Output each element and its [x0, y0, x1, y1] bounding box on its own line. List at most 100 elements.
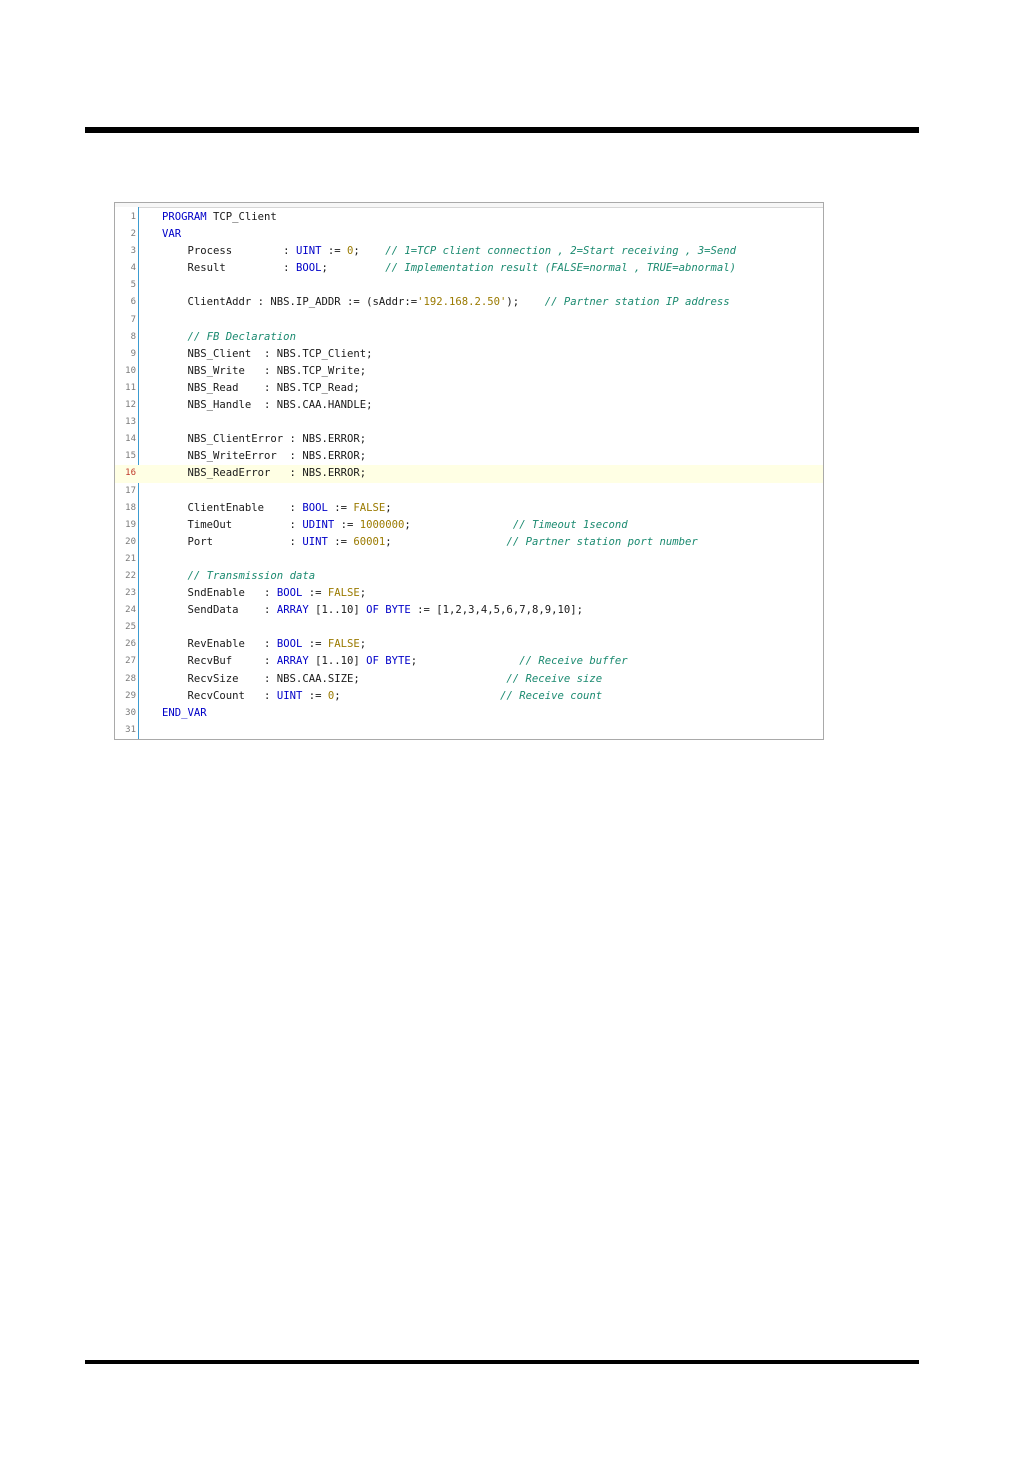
line-number: 19	[125, 519, 136, 530]
line-number: 25	[125, 622, 136, 633]
identifier-token: ;	[404, 518, 513, 531]
code-line[interactable]: 28 RecvSize : NBS.CAA.SIZE; // Receive s…	[115, 671, 823, 688]
line-code: NBS_Handle : NBS.CAA.HANDLE;	[162, 397, 373, 414]
code-line[interactable]: 29 RecvCount : UINT := 0; // Receive cou…	[115, 688, 823, 705]
identifier-token: );	[506, 296, 545, 309]
line-code: NBS_WriteError : NBS.ERROR;	[162, 448, 367, 465]
identifier-token	[162, 570, 188, 582]
code-line[interactable]: 9 NBS_Client : NBS.TCP_Client;	[115, 346, 823, 363]
line-code: NBS_Write : NBS.TCP_Write;	[162, 363, 367, 380]
line-number: 11	[125, 382, 136, 393]
line-number: 10	[125, 365, 136, 376]
identifier-token: ClientEnable :	[162, 501, 303, 514]
line-code: Result : BOOL; // Implementation result …	[162, 260, 737, 277]
identifier-token: := [1,2,3,4,5,6,7,8,9,10];	[410, 604, 583, 617]
line-code: RecvBuf : ARRAY [1..10] OF BYTE; // Rece…	[162, 653, 628, 670]
line-number: 17	[125, 485, 136, 496]
code-line[interactable]: 11 NBS_Read : NBS.TCP_Read;	[115, 380, 823, 397]
line-code: // Transmission data	[162, 568, 316, 585]
line-code: Port : UINT := 60001; // Partner station…	[162, 534, 698, 551]
code-line[interactable]: 15 NBS_WriteError : NBS.ERROR;	[115, 448, 823, 465]
identifier-token: NBS_ClientError : NBS.ERROR;	[162, 433, 367, 446]
identifier-token: RevEnable :	[162, 638, 277, 651]
identifier-token: :=	[327, 501, 354, 514]
line-code: // FB Declaration	[162, 329, 296, 346]
line-code: RecvSize : NBS.CAA.SIZE; // Receive size	[162, 671, 603, 688]
code-line[interactable]: 30 END_VAR	[115, 705, 823, 722]
code-line[interactable]: 23 SndEnable : BOOL := FALSE;	[115, 585, 823, 602]
line-number: 15	[125, 451, 136, 462]
keyword-token: ARRAY	[276, 655, 309, 668]
line-code: ClientEnable : BOOL := FALSE;	[162, 500, 392, 517]
comment-token: // Partner station IP address	[544, 296, 730, 309]
line-number: 20	[125, 536, 136, 547]
code-line[interactable]: 5	[115, 277, 823, 294]
code-line[interactable]: 6 ClientAddr : NBS.IP_ADDR := (sAddr:='1…	[115, 294, 823, 311]
code-editor[interactable]: 1 PROGRAM TCP_Client 2 VAR 3 Process : UINT …	[114, 202, 824, 740]
code-line[interactable]: 1 PROGRAM TCP_Client	[115, 209, 823, 226]
line-number: 3	[130, 246, 136, 257]
comment-token: // Timeout 1second	[512, 518, 628, 531]
comment-token: // Receive size	[506, 672, 603, 685]
keyword-token: UINT	[276, 689, 303, 702]
line-number: 2	[130, 229, 136, 240]
keyword-token: UINT	[302, 535, 328, 548]
code-line[interactable]: 14 NBS_ClientError : NBS.ERROR;	[115, 431, 823, 448]
line-code: END_VAR	[162, 705, 207, 722]
keyword-token: BOOL	[295, 262, 322, 275]
code-line[interactable]: 12 NBS_Handle : NBS.CAA.HANDLE;	[115, 397, 823, 414]
identifier-token: RecvCount :	[162, 689, 277, 702]
identifier-token: NBS_Client : NBS.TCP_Client;	[162, 347, 373, 360]
line-code: NBS_Client : NBS.TCP_Client;	[162, 346, 373, 363]
code-line[interactable]: 16 NBS_ReadError : NBS.ERROR;	[115, 465, 823, 483]
identifier-token	[162, 331, 188, 343]
line-code: SndEnable : BOOL := FALSE;	[162, 585, 367, 602]
line-number: 12	[125, 400, 136, 411]
identifier-token: NBS_WriteError : NBS.ERROR;	[162, 450, 367, 463]
line-number: 14	[125, 434, 136, 445]
code-line[interactable]: 21	[115, 551, 823, 568]
identifier-token: :=	[302, 689, 328, 702]
line-code: NBS_ClientError : NBS.ERROR;	[162, 431, 367, 448]
identifier-token: SendData :	[162, 604, 277, 617]
identifier-token: ;	[353, 245, 386, 258]
identifier-token: NBS_Write : NBS.TCP_Write;	[162, 364, 367, 377]
identifier-token: :=	[321, 245, 347, 258]
code-line[interactable]: 10 NBS_Write : NBS.TCP_Write;	[115, 363, 823, 380]
comment-token: // FB Declaration	[187, 330, 296, 343]
code-line[interactable]: 2 VAR	[115, 226, 823, 243]
code-line[interactable]: 20 Port : UINT := 60001; // Partner stat…	[115, 534, 823, 551]
line-number: 24	[125, 605, 136, 616]
code-line[interactable]: 25	[115, 619, 823, 636]
line-code: RevEnable : BOOL := FALSE;	[162, 636, 367, 653]
line-number: 8	[130, 331, 136, 342]
code-lines[interactable]: 1 PROGRAM TCP_Client 2 VAR 3 Process : UINT …	[115, 209, 823, 739]
code-line[interactable]: 4 Result : BOOL; // Implementation resul…	[115, 260, 823, 277]
code-line[interactable]: 8 // FB Declaration	[115, 329, 823, 346]
code-line[interactable]: 3 Process : UINT := 0; // 1=TCP client c…	[115, 243, 823, 260]
line-code: PROGRAM TCP_Client	[162, 209, 277, 226]
code-line[interactable]: 27 RecvBuf : ARRAY [1..10] OF BYTE; // R…	[115, 653, 823, 670]
code-line[interactable]: 7	[115, 312, 823, 329]
code-line[interactable]: 13	[115, 414, 823, 431]
header-rule	[85, 127, 919, 133]
keyword-token: OF BYTE	[366, 604, 411, 617]
identifier-token: NBS_ReadError : NBS.ERROR;	[162, 467, 367, 480]
identifier-token: TCP_Client	[206, 211, 277, 223]
line-number: 9	[130, 348, 136, 359]
identifier-token: [1..10]	[308, 655, 367, 668]
code-line[interactable]: 26 RevEnable : BOOL := FALSE;	[115, 636, 823, 653]
identifier-token: :=	[327, 535, 354, 548]
identifier-token: ;	[359, 587, 367, 600]
line-number: 21	[125, 553, 136, 564]
identifier-token: NBS_Read : NBS.TCP_Read;	[162, 381, 360, 394]
code-line[interactable]: 31	[115, 722, 823, 739]
code-line[interactable]: 18 ClientEnable : BOOL := FALSE;	[115, 500, 823, 517]
code-line[interactable]: 17	[115, 483, 823, 500]
code-line[interactable]: 24 SendData : ARRAY [1..10] OF BYTE := […	[115, 602, 823, 619]
code-line[interactable]: 22 // Transmission data	[115, 568, 823, 585]
keyword-token: END_VAR	[162, 706, 207, 719]
code-line[interactable]: 19 TimeOut : UDINT := 1000000; // Timeou…	[115, 517, 823, 534]
line-code: ClientAddr : NBS.IP_ADDR := (sAddr:='192…	[162, 294, 730, 311]
identifier-token: ;	[334, 689, 501, 702]
